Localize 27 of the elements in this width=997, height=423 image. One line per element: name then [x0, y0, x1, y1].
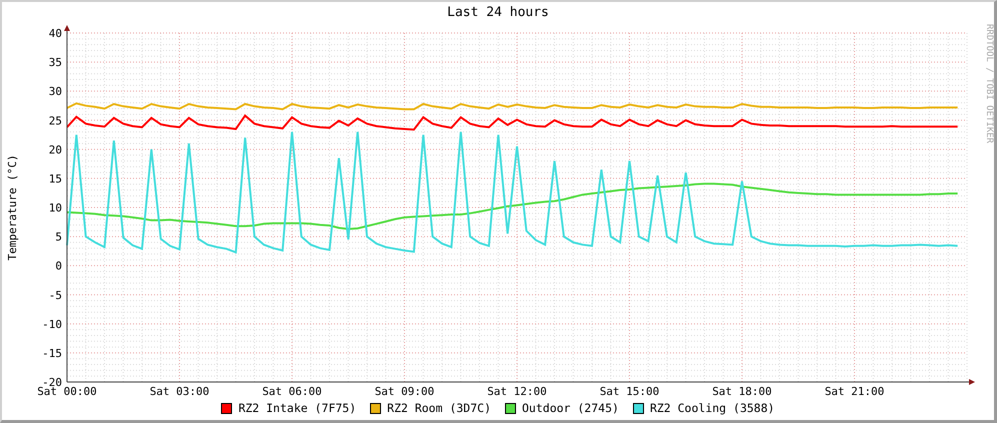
tick-label: 40: [48, 27, 62, 40]
tick-label: Sat 09:00: [374, 385, 434, 398]
tick-label: Sat 18:00: [712, 385, 772, 398]
tick-label: 35: [48, 56, 62, 70]
tick-label: 20: [48, 143, 62, 156]
tick-label: Sat 06:00: [262, 385, 322, 398]
tick-label: Sat 03:00: [150, 385, 210, 398]
tick-label: 25: [48, 114, 62, 128]
tick-label: 30: [48, 85, 62, 98]
legend-label: Outdoor (2745): [522, 401, 619, 415]
tick-label: Sat 00:00: [37, 385, 97, 398]
tick-label: Sat 21:00: [824, 385, 884, 398]
tick-label: 0: [55, 260, 62, 273]
tick-label: -10: [42, 318, 62, 331]
legend-label: RZ2 Cooling (3588): [650, 401, 775, 415]
side-label: RRDTOOL / TOBI OETIKER: [983, 23, 994, 146]
tick-label: 10: [48, 202, 62, 214]
tick-label: 15: [48, 172, 62, 186]
tick-label: Sat 15:00: [600, 385, 660, 398]
chart-title: Last 24 hours: [447, 4, 549, 22]
tick-label: -15: [42, 346, 62, 360]
tick-label: -5: [48, 288, 62, 302]
legend-label: RZ2 Room (3D7C): [387, 401, 491, 415]
tick-label: 5: [55, 230, 62, 244]
axis-label: Temperature (°C): [6, 154, 19, 260]
tick-label: Sat 12:00: [487, 385, 547, 398]
legend-label: RZ2 Intake (7F75): [238, 401, 356, 415]
